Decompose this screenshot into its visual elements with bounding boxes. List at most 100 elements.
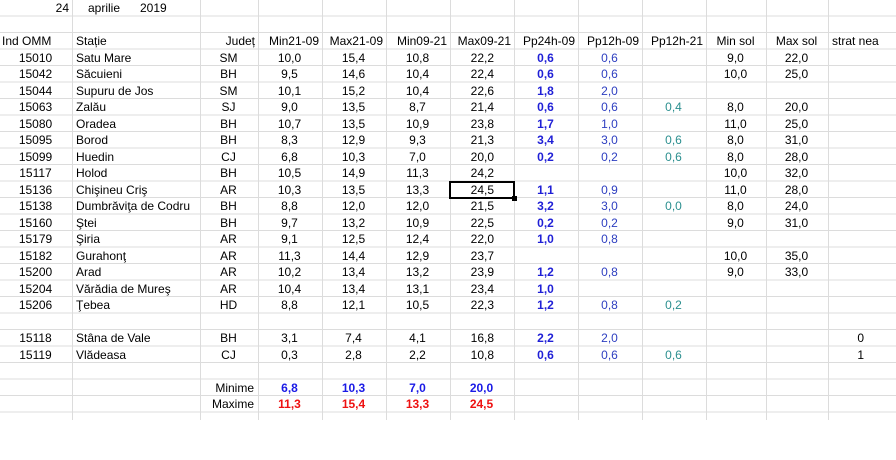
table-cell-max2109[interactable]: 14,6 bbox=[324, 66, 383, 82]
table-cell-minsol[interactable]: 10,0 bbox=[708, 165, 763, 181]
table-cell-min2109[interactable]: 10,0 bbox=[260, 50, 319, 66]
table-cell-name[interactable]: Şiria bbox=[76, 231, 199, 247]
date-day-cell[interactable]: 24 bbox=[2, 0, 69, 16]
column-header[interactable]: strat nea bbox=[832, 33, 895, 49]
table-cell-min0921[interactable]: 10,9 bbox=[388, 116, 447, 132]
table-cell-pp12b[interactable]: 0,6 bbox=[644, 347, 703, 363]
table-cell-pp24[interactable]: 1,7 bbox=[516, 116, 575, 132]
column-header[interactable]: Pp24h-09 bbox=[516, 33, 575, 49]
table-cell-pp24[interactable]: 1,0 bbox=[516, 281, 575, 297]
table-cell-min0921[interactable]: 13,2 bbox=[388, 264, 447, 280]
minime-value[interactable]: 20,0 bbox=[452, 380, 511, 396]
table-cell-id[interactable]: 15160 bbox=[2, 215, 69, 231]
table-cell-pp12a[interactable]: 0,8 bbox=[580, 264, 639, 280]
table-cell-min2109[interactable]: 9,5 bbox=[260, 66, 319, 82]
table-cell-pp12a[interactable]: 0,9 bbox=[580, 182, 639, 198]
table-cell-max0921[interactable]: 22,2 bbox=[452, 50, 494, 66]
table-cell-pp12a[interactable]: 0,6 bbox=[580, 50, 639, 66]
table-cell-max0921[interactable]: 22,4 bbox=[452, 66, 494, 82]
table-cell-max2109[interactable]: 12,0 bbox=[324, 198, 383, 214]
table-cell-max2109[interactable]: 12,9 bbox=[324, 132, 383, 148]
table-cell-pp24[interactable]: 3,4 bbox=[516, 132, 575, 148]
table-cell-max2109[interactable]: 13,4 bbox=[324, 264, 383, 280]
table-cell-pp12a[interactable]: 0,2 bbox=[580, 215, 639, 231]
table-cell-id[interactable]: 15182 bbox=[2, 248, 69, 264]
table-cell-judet[interactable]: BH bbox=[202, 132, 255, 148]
table-cell-pp12a[interactable]: 0,8 bbox=[580, 231, 639, 247]
table-cell-min2109[interactable]: 10,4 bbox=[260, 281, 319, 297]
maxime-label[interactable]: Maxime bbox=[192, 396, 254, 412]
table-cell-max2109[interactable]: 12,1 bbox=[324, 297, 383, 313]
table-cell-max0921[interactable]: 21,5 bbox=[452, 198, 494, 214]
table-cell-judet[interactable]: BH bbox=[202, 116, 255, 132]
minime-value[interactable]: 6,8 bbox=[260, 380, 319, 396]
column-header[interactable]: Pp12h-09 bbox=[580, 33, 639, 49]
table-cell-maxsol[interactable]: 32,0 bbox=[768, 165, 825, 181]
table-cell-judet[interactable]: CJ bbox=[202, 149, 255, 165]
table-cell-minsol[interactable]: 10,0 bbox=[708, 66, 763, 82]
table-cell-minsol[interactable]: 8,0 bbox=[708, 198, 763, 214]
table-cell-min0921[interactable]: 10,5 bbox=[388, 297, 447, 313]
table-cell-pp12a[interactable]: 2,0 bbox=[580, 83, 639, 99]
table-cell-name[interactable]: Zalău bbox=[76, 99, 199, 115]
table-cell-min0921[interactable]: 10,9 bbox=[388, 215, 447, 231]
table-cell-min0921[interactable]: 13,3 bbox=[388, 182, 447, 198]
table-cell-judet[interactable]: HD bbox=[202, 297, 255, 313]
table-cell-min0921[interactable]: 7,0 bbox=[388, 149, 447, 165]
table-cell-minsol[interactable]: 8,0 bbox=[708, 132, 763, 148]
table-cell-max2109[interactable]: 13,2 bbox=[324, 215, 383, 231]
table-cell-pp12a[interactable]: 0,8 bbox=[580, 297, 639, 313]
table-cell-id[interactable]: 15042 bbox=[2, 66, 69, 82]
table-cell-pp12a[interactable]: 2,0 bbox=[580, 330, 639, 346]
table-cell-max2109[interactable]: 13,5 bbox=[324, 116, 383, 132]
table-cell-nea[interactable]: 1 bbox=[830, 347, 864, 363]
table-cell-max0921[interactable]: 23,8 bbox=[452, 116, 494, 132]
table-cell-min0921[interactable]: 4,1 bbox=[388, 330, 447, 346]
table-cell-name[interactable]: Ştei bbox=[76, 215, 199, 231]
maxime-value[interactable]: 15,4 bbox=[324, 396, 383, 412]
active-cell-selection[interactable] bbox=[449, 181, 515, 199]
table-cell-name[interactable]: Holod bbox=[76, 165, 199, 181]
table-cell-max2109[interactable]: 14,9 bbox=[324, 165, 383, 181]
maxime-value[interactable]: 24,5 bbox=[452, 396, 511, 412]
table-cell-min2109[interactable]: 10,5 bbox=[260, 165, 319, 181]
table-cell-judet[interactable]: AR bbox=[202, 248, 255, 264]
table-cell-min0921[interactable]: 12,0 bbox=[388, 198, 447, 214]
table-cell-maxsol[interactable]: 31,0 bbox=[768, 215, 825, 231]
table-cell-pp12a[interactable]: 3,0 bbox=[580, 132, 639, 148]
table-cell-maxsol[interactable]: 25,0 bbox=[768, 116, 825, 132]
table-cell-pp12a[interactable]: 1,0 bbox=[580, 116, 639, 132]
table-cell-maxsol[interactable]: 24,0 bbox=[768, 198, 825, 214]
table-cell-judet[interactable]: AR bbox=[202, 182, 255, 198]
table-cell-name[interactable]: Huedin bbox=[76, 149, 199, 165]
table-cell-max0921[interactable]: 10,8 bbox=[452, 347, 494, 363]
table-cell-pp24[interactable]: 3,2 bbox=[516, 198, 575, 214]
column-header[interactable]: Județ bbox=[202, 33, 255, 49]
table-cell-min0921[interactable]: 11,3 bbox=[388, 165, 447, 181]
table-cell-maxsol[interactable]: 25,0 bbox=[768, 66, 825, 82]
table-cell-pp12b[interactable]: 0,2 bbox=[644, 297, 703, 313]
column-header[interactable]: Min sol bbox=[708, 33, 763, 49]
table-cell-maxsol[interactable]: 28,0 bbox=[768, 182, 825, 198]
table-cell-pp12a[interactable]: 0,6 bbox=[580, 347, 639, 363]
table-cell-pp12a[interactable]: 3,0 bbox=[580, 198, 639, 214]
table-cell-judet[interactable]: BH bbox=[202, 198, 255, 214]
table-cell-pp24[interactable]: 0,6 bbox=[516, 50, 575, 66]
table-cell-id[interactable]: 15063 bbox=[2, 99, 69, 115]
table-cell-max0921[interactable]: 22,0 bbox=[452, 231, 494, 247]
table-cell-min2109[interactable]: 10,1 bbox=[260, 83, 319, 99]
table-cell-max0921[interactable]: 20,0 bbox=[452, 149, 494, 165]
spreadsheet-grid[interactable]: 24 aprilie 2019 Ind OMM Stație Județ Min21-09 M… bbox=[0, 0, 896, 420]
table-cell-min2109[interactable]: 9,0 bbox=[260, 99, 319, 115]
table-cell-pp24[interactable]: 0,2 bbox=[516, 215, 575, 231]
table-cell-min2109[interactable]: 3,1 bbox=[260, 330, 319, 346]
table-cell-min0921[interactable]: 9,3 bbox=[388, 132, 447, 148]
minime-label[interactable]: Minime bbox=[192, 380, 254, 396]
table-cell-min2109[interactable]: 10,2 bbox=[260, 264, 319, 280]
table-cell-min2109[interactable]: 9,7 bbox=[260, 215, 319, 231]
table-cell-id[interactable]: 15136 bbox=[2, 182, 69, 198]
table-cell-max0921[interactable]: 22,5 bbox=[452, 215, 494, 231]
table-cell-name[interactable]: Stâna de Vale bbox=[76, 330, 199, 346]
table-cell-pp24[interactable]: 1,1 bbox=[516, 182, 575, 198]
table-cell-maxsol[interactable]: 28,0 bbox=[768, 149, 825, 165]
